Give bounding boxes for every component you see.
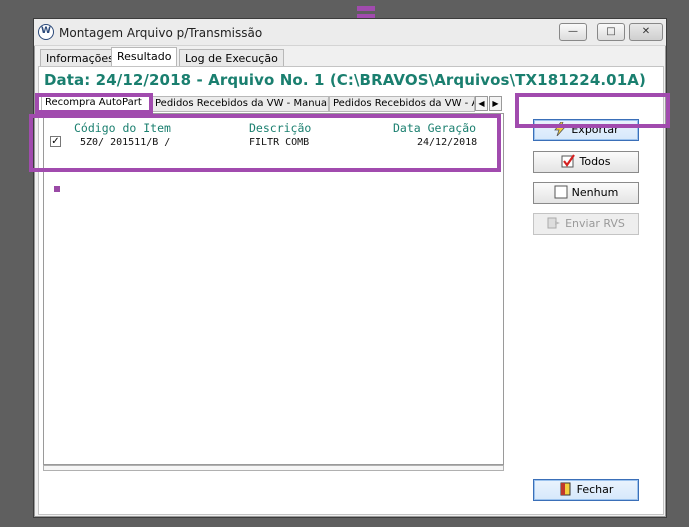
close-button[interactable]: ✕: [629, 23, 663, 41]
page-title: Data: 24/12/2018 - Arquivo No. 1 (C:\BRA…: [44, 71, 646, 89]
tab-pedidos-vw-aut[interactable]: Pedidos Recebidos da VW - Aut: [329, 96, 475, 112]
tab-resultado[interactable]: Resultado: [111, 47, 178, 68]
maximize-button[interactable]: □: [597, 23, 625, 41]
todos-button[interactable]: Todos: [533, 151, 639, 173]
annotation-marker: [54, 186, 60, 192]
resultado-panel: Data: 24/12/2018 - Arquivo No. 1 (C:\BRA…: [38, 66, 664, 515]
tab-scroll-right-icon[interactable]: ▶: [489, 96, 502, 111]
tab-informacoes[interactable]: Informações: [40, 49, 120, 67]
enviar-rvs-button[interactable]: Enviar RVS: [533, 213, 639, 235]
tab-scroll-left-icon[interactable]: ◀: [475, 96, 488, 111]
send-document-icon: [547, 217, 561, 229]
tab-pedidos-vw-manual[interactable]: Pedidos Recebidos da VW - Manual: [151, 96, 329, 112]
column-header-codigo[interactable]: Código do Item: [74, 121, 171, 135]
vw-logo-icon: W: [38, 24, 54, 40]
horizontal-scrollbar[interactable]: [43, 465, 504, 471]
window-title: Montagem Arquivo p/Transmissão: [59, 26, 263, 40]
minimize-button[interactable]: —: [559, 23, 587, 41]
exit-door-icon: [560, 482, 571, 496]
exportar-button[interactable]: Exportar: [533, 119, 639, 141]
title-bar[interactable]: W Montagem Arquivo p/Transmissão — □ ✕: [34, 19, 666, 46]
row-checkbox[interactable]: ✓: [50, 136, 61, 147]
subtabs: Recompra AutoPart Pedidos Recebidos da V…: [39, 95, 509, 113]
row-data: 24/12/2018: [417, 137, 478, 148]
tab-recompra-autopart[interactable]: Recompra AutoPart: [41, 95, 151, 113]
fechar-button[interactable]: Fechar: [533, 479, 639, 501]
nenhum-button[interactable]: Nenhum: [533, 182, 639, 204]
tab-log-execucao[interactable]: Log de Execução: [179, 49, 284, 67]
column-header-descricao[interactable]: Descrição: [249, 121, 311, 135]
row-codigo: 5Z0/ 201511/B /: [80, 137, 171, 148]
checkbox-checked-icon: [561, 154, 576, 168]
main-window: W Montagem Arquivo p/Transmissão — □ ✕ I…: [33, 18, 667, 518]
checkbox-empty-icon: [554, 185, 568, 199]
row-descricao: FILTR COMB: [249, 137, 310, 148]
item-list: Código do Item Descrição Data Geração ✓ …: [43, 113, 504, 465]
lightning-icon: [554, 122, 567, 136]
column-header-data[interactable]: Data Geração: [393, 121, 476, 135]
